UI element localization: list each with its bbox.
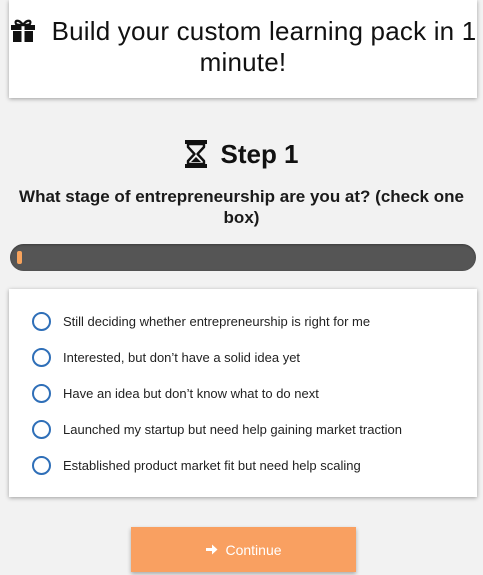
header-card: Build your custom learning pack in 1 min… (9, 0, 477, 98)
hourglass-icon (185, 140, 208, 168)
option-label: Interested, but don’t have a solid idea … (63, 349, 301, 365)
page-title: Build your custom learning pack in 1 min… (9, 16, 477, 78)
radio-button[interactable] (32, 419, 51, 439)
radio-button[interactable] (32, 455, 51, 475)
option-interested[interactable]: Interested, but don’t have a solid idea … (32, 347, 300, 367)
options-card: Still deciding whether entrepreneurship … (9, 289, 477, 497)
option-established[interactable]: Established product market fit but need … (32, 455, 361, 475)
gift-icon (10, 19, 35, 42)
continue-button[interactable]: Continue (131, 527, 356, 572)
step-label: Step 1 (220, 139, 299, 169)
option-have-idea[interactable]: Have an idea but don’t know what to do n… (32, 383, 319, 403)
radio-button[interactable] (32, 383, 51, 403)
progress-fill (17, 251, 22, 264)
continue-label: Continue (225, 541, 282, 558)
progress-bar (10, 244, 476, 271)
option-label: Still deciding whether entrepreneurship … (63, 313, 371, 329)
option-still-deciding[interactable]: Still deciding whether entrepreneurship … (32, 311, 370, 331)
radio-button[interactable] (32, 347, 51, 367)
option-label: Established product market fit but need … (63, 457, 361, 473)
arrow-right-icon (206, 544, 218, 555)
option-label: Launched my startup but need help gainin… (63, 421, 402, 437)
option-launched[interactable]: Launched my startup but need help gainin… (32, 419, 402, 439)
question-text: What stage of entrepreneurship are you a… (19, 187, 464, 227)
radio-button[interactable] (32, 311, 51, 331)
header-title-text: Build your custom learning pack in 1 min… (51, 16, 477, 77)
step-heading: Step 1 (0, 138, 483, 170)
option-label: Have an idea but don’t know what to do n… (63, 385, 319, 401)
